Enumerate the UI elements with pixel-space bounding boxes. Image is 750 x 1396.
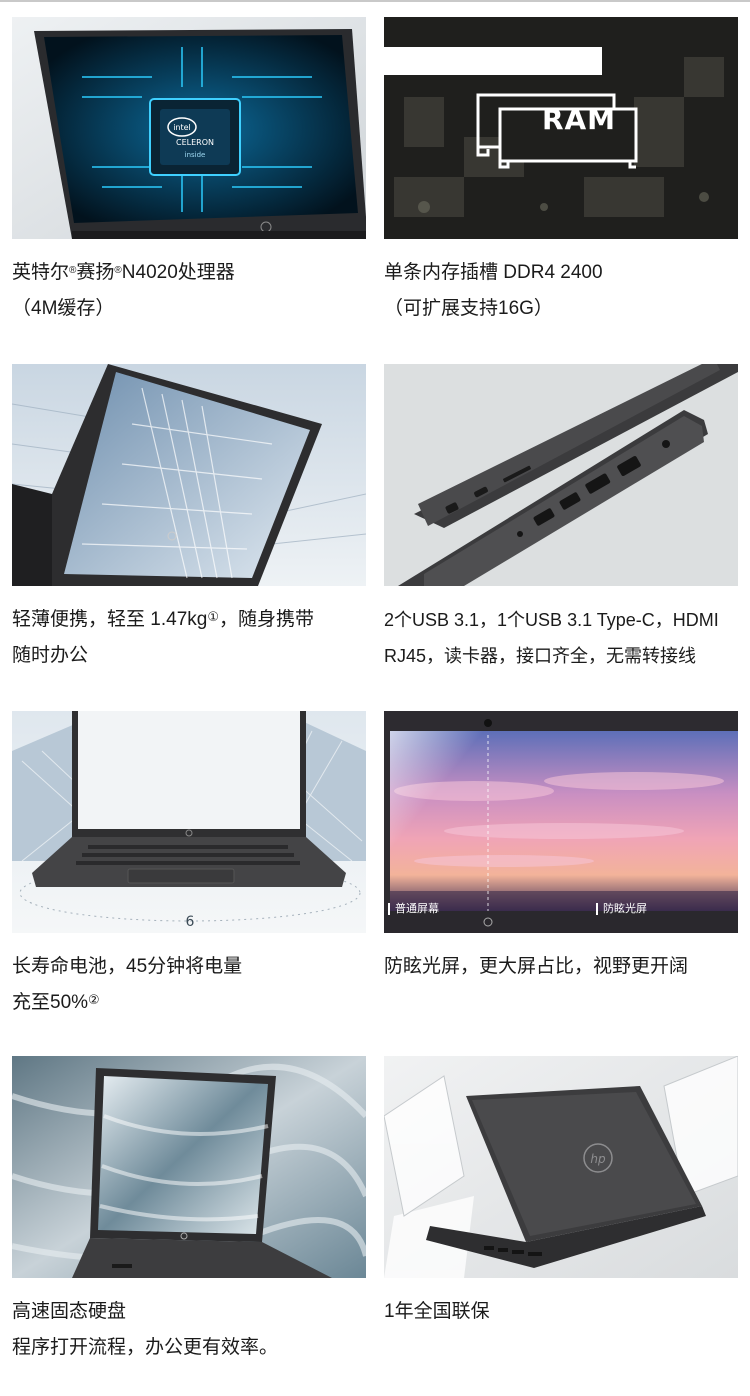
warranty-caption: 1年全国联保 xyxy=(384,1294,750,1330)
laptop-building-reflection-icon xyxy=(12,364,366,586)
footnote-mark: ② xyxy=(88,992,100,1007)
caption-line-2: 程序打开流程，办公更有效率。 xyxy=(12,1337,279,1358)
memory-caption: 单条内存插槽 DDR4 2400 （可扩展支持16G） xyxy=(384,255,750,327)
storage-image xyxy=(12,1056,366,1278)
caption-line-1: 1年全国联保 xyxy=(384,1301,490,1322)
caption-text: 赛扬 xyxy=(76,262,115,283)
antiglare-screen-label: 防眩光屏 xyxy=(596,903,647,915)
caption-text: 英特尔 xyxy=(12,262,70,283)
antiglare-screen-comparison-icon xyxy=(384,711,738,933)
laptop-ssd-swirl-icon xyxy=(12,1056,366,1278)
ports-image xyxy=(384,364,738,586)
intel-celeron-chip-laptop-icon: intel CELERON inside xyxy=(12,17,366,239)
caption-text: 充至50% xyxy=(12,992,89,1013)
svg-text:hp: hp xyxy=(590,1152,606,1166)
caption-text: 轻薄便携，轻至 1.47kg xyxy=(12,609,208,630)
feature-card-storage: 高速固态硬盘 程序打开流程，办公更有效率。 xyxy=(12,1056,366,1396)
ram-label-box: RAM xyxy=(498,95,634,157)
feature-card-ports: 2个USB 3.1，1个USB 3.1 Type-C，HDMI RJ45，读卡器… xyxy=(384,364,738,704)
feature-card-processor: intel CELERON inside 英特尔®赛扬®N4020处理器 （4M… xyxy=(12,17,366,357)
feature-card-warranty: hp 1年全国联保 xyxy=(384,1056,738,1396)
feature-card-battery: 6 长寿命电池，45分钟将电量 充至50%② xyxy=(12,711,366,1051)
chip-product-text: CELERON xyxy=(176,138,214,147)
feature-card-screen: 普通屏幕 防眩光屏 防眩光屏，更大屏占比，视野更开阔 xyxy=(384,711,738,1051)
laptop-battery-clock-icon: 6 xyxy=(12,711,366,933)
top-divider xyxy=(0,0,750,2)
caption-line-1: 长寿命电池，45分钟将电量 xyxy=(12,956,243,977)
processor-caption: 英特尔®赛扬®N4020处理器 （4M缓存） xyxy=(12,255,378,327)
laptop-back-hp-logo-icon: hp xyxy=(384,1056,738,1278)
ram-label: RAM xyxy=(541,103,617,136)
footnote-mark: ① xyxy=(207,609,219,624)
ports-caption: 2个USB 3.1，1个USB 3.1 Type-C，HDMI RJ45，读卡器… xyxy=(384,602,750,674)
warranty-image: hp xyxy=(384,1056,738,1278)
normal-screen-label: 普通屏幕 xyxy=(388,903,439,915)
clock-number: 6 xyxy=(186,914,195,930)
registered-mark: ® xyxy=(114,265,122,276)
battery-image: 6 xyxy=(12,711,366,933)
screen-image: 普通屏幕 防眩光屏 xyxy=(384,711,738,933)
caption-line-2: （可扩展支持16G） xyxy=(384,298,553,319)
processor-image: intel CELERON inside xyxy=(12,17,366,239)
memory-image: RAM xyxy=(384,17,738,239)
caption-line-1: 2个USB 3.1，1个USB 3.1 Type-C，HDMI xyxy=(384,610,719,630)
caption-line-1: 高速固态硬盘 xyxy=(12,1301,127,1322)
feature-card-weight: 轻薄便携，轻至 1.47kg①，随身携带 随时办公 xyxy=(12,364,366,704)
caption-line-2: 随时办公 xyxy=(12,645,89,666)
feature-card-memory: RAM 单条内存插槽 DDR4 2400 （可扩展支持16G） xyxy=(384,17,738,357)
registered-mark: ® xyxy=(69,265,77,276)
laptop-side-ports-icon xyxy=(384,364,738,586)
chip-brand-text: intel xyxy=(173,123,191,132)
banner-strip xyxy=(384,47,602,75)
caption-line-2: （4M缓存） xyxy=(12,298,115,319)
caption-line-2: RJ45，读卡器，接口齐全，无需转接线 xyxy=(384,646,697,666)
screen-caption: 防眩光屏，更大屏占比，视野更开阔 xyxy=(384,949,750,985)
caption-text: ，随身携带 xyxy=(218,609,314,630)
caption-line-1: 单条内存插槽 DDR4 2400 xyxy=(384,262,603,283)
weight-image xyxy=(12,364,366,586)
chip-sub-text: inside xyxy=(185,151,206,159)
weight-caption: 轻薄便携，轻至 1.47kg①，随身携带 随时办公 xyxy=(12,602,378,674)
caption-text: N4020处理器 xyxy=(121,262,235,283)
battery-caption: 长寿命电池，45分钟将电量 充至50%② xyxy=(12,949,378,1021)
caption-line-1: 防眩光屏，更大屏占比，视野更开阔 xyxy=(384,956,689,977)
storage-caption: 高速固态硬盘 程序打开流程，办公更有效率。 xyxy=(12,1294,378,1366)
